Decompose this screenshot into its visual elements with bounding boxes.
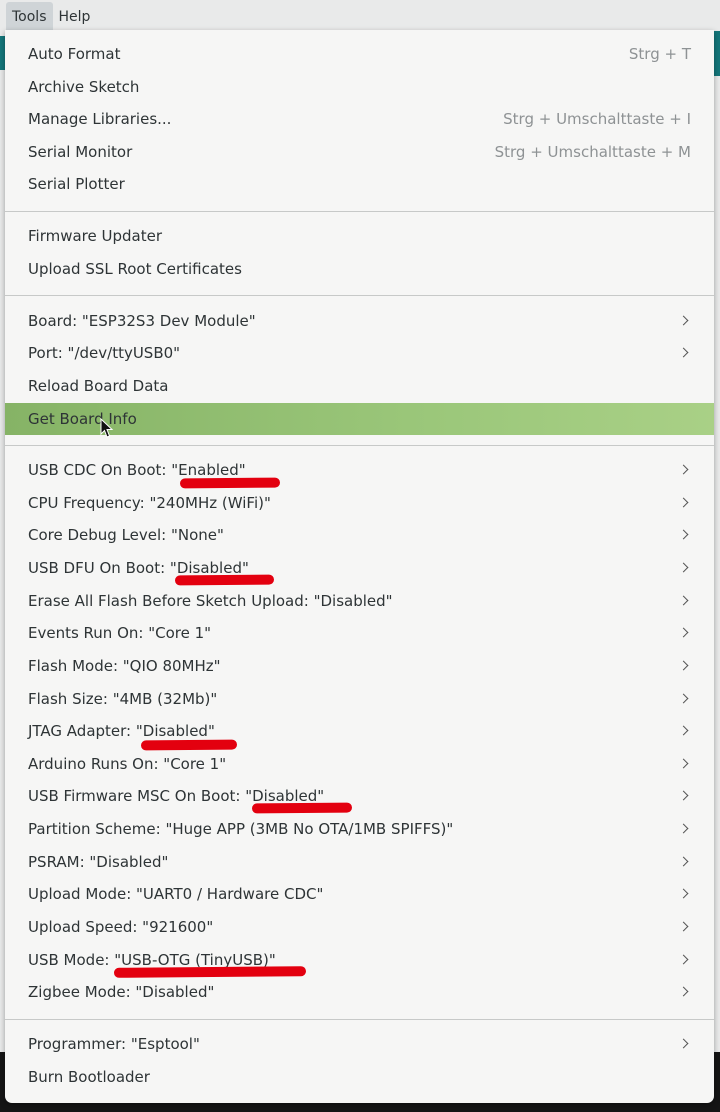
menu-item-label: CPU Frequency: "240MHz (WiFi)" (28, 494, 271, 512)
menu-item-label: Serial Monitor (28, 143, 133, 161)
chevron-right-icon (679, 790, 691, 802)
menu-separator (5, 295, 714, 296)
menu-item-label: USB Mode: "USB-OTG (TinyUSB)" (28, 951, 276, 969)
menu-item-label: Serial Plotter (28, 175, 125, 193)
menu-item-label: Upload Speed: "921600" (28, 918, 214, 936)
menubar-tools[interactable]: Tools (6, 2, 53, 30)
menu-item-firmware-updater[interactable]: Firmware Updater (5, 220, 714, 252)
menu-item-board[interactable]: Board: "ESP32S3 Dev Module" (5, 305, 714, 337)
menu-item-partition-scheme[interactable]: Partition Scheme: "Huge APP (3MB No OTA/… (5, 813, 714, 845)
menu-item-label: Reload Board Data (28, 377, 169, 395)
chevron-right-icon (679, 856, 691, 868)
mouse-pointer-icon (100, 418, 114, 438)
menu-item-label: Upload SSL Root Certificates (28, 260, 242, 278)
chevron-right-icon (679, 954, 691, 966)
chevron-right-icon (679, 562, 691, 574)
menu-item-burn-bootloader[interactable]: Burn Bootloader (5, 1061, 714, 1093)
chevron-right-icon (679, 627, 691, 639)
menu-item-events-run-on[interactable]: Events Run On: "Core 1" (5, 617, 714, 649)
chevron-right-icon (679, 725, 691, 737)
menu-item-archive-sketch[interactable]: Archive Sketch (5, 71, 714, 103)
menu-item-label: Upload Mode: "UART0 / Hardware CDC" (28, 885, 324, 903)
menu-item-core-debug-level[interactable]: Core Debug Level: "None" (5, 519, 714, 551)
menu-separator (5, 445, 714, 446)
menu-item-shortcut: Strg + T (628, 45, 691, 63)
menu-item-label: Flash Mode: "QIO 80MHz" (28, 657, 221, 675)
menu-item-label: Board: "ESP32S3 Dev Module" (28, 312, 256, 330)
menu-item-usb-firmware-msc-on-boot[interactable]: USB Firmware MSC On Boot: "Disabled" (5, 780, 714, 812)
menu-item-label: Events Run On: "Core 1" (28, 624, 212, 642)
menu-item-flash-size[interactable]: Flash Size: "4MB (32Mb)" (5, 683, 714, 715)
chevron-right-icon (679, 758, 691, 770)
menu-item-port[interactable]: Port: "/dev/ttyUSB0" (5, 337, 714, 369)
menu-item-label: Flash Size: "4MB (32Mb)" (28, 690, 218, 708)
menu-item-label: Burn Bootloader (28, 1068, 150, 1086)
chevron-right-icon (679, 464, 691, 476)
menu-item-flash-mode[interactable]: Flash Mode: "QIO 80MHz" (5, 650, 714, 682)
annotation-underline-usb-dfu (174, 574, 275, 586)
chevron-right-icon (679, 921, 691, 933)
chevron-right-icon (679, 1038, 691, 1050)
menu-item-cpu-frequency[interactable]: CPU Frequency: "240MHz (WiFi)" (5, 487, 714, 519)
menu-item-shortcut: Strg + Umschalttaste + I (503, 110, 691, 128)
menu-item-serial-monitor[interactable]: Serial Monitor Strg + Umschalttaste + M (5, 136, 714, 168)
menu-item-usb-mode[interactable]: USB Mode: "USB-OTG (TinyUSB)" (5, 944, 714, 976)
menu-item-zigbee-mode[interactable]: Zigbee Mode: "Disabled" (5, 976, 714, 1008)
menu-item-label: Arduino Runs On: "Core 1" (28, 755, 227, 773)
menu-item-label: Zigbee Mode: "Disabled" (28, 983, 215, 1001)
menu-item-upload-mode[interactable]: Upload Mode: "UART0 / Hardware CDC" (5, 878, 714, 910)
chevron-right-icon (679, 823, 691, 835)
menu-item-manage-libraries[interactable]: Manage Libraries... Strg + Umschalttaste… (5, 103, 714, 135)
menu-item-shortcut: Strg + Umschalttaste + M (494, 143, 691, 161)
tools-menu: Auto Format Strg + T Archive Sketch Mana… (5, 30, 714, 1103)
menu-item-psram[interactable]: PSRAM: "Disabled" (5, 846, 714, 878)
menu-item-label: Programmer: "Esptool" (28, 1035, 200, 1053)
chevron-right-icon (679, 347, 691, 359)
menu-item-label: Erase All Flash Before Sketch Upload: "D… (28, 592, 393, 610)
menubar-help[interactable]: Help (53, 2, 97, 26)
menu-item-usb-dfu-on-boot[interactable]: USB DFU On Boot: "Disabled" (5, 552, 714, 584)
menu-item-auto-format[interactable]: Auto Format Strg + T (5, 38, 714, 70)
menu-item-erase-all-flash[interactable]: Erase All Flash Before Sketch Upload: "D… (5, 585, 714, 617)
menu-item-usb-cdc-on-boot[interactable]: USB CDC On Boot: "Enabled" (5, 454, 714, 486)
menu-item-label: USB CDC On Boot: "Enabled" (28, 461, 246, 479)
menu-item-label: Port: "/dev/ttyUSB0" (28, 344, 181, 362)
chevron-right-icon (679, 693, 691, 705)
chevron-right-icon (679, 986, 691, 998)
menu-item-label: USB Firmware MSC On Boot: "Disabled" (28, 787, 325, 805)
menu-item-jtag-adapter[interactable]: JTAG Adapter: "Disabled" (5, 715, 714, 747)
menubar: Tools Help (0, 0, 720, 31)
menu-item-label: Auto Format (28, 45, 121, 63)
menu-item-label: Partition Scheme: "Huge APP (3MB No OTA/… (28, 820, 454, 838)
chevron-right-icon (679, 888, 691, 900)
annotation-underline-usb-cdc (179, 477, 281, 489)
menu-item-label: USB DFU On Boot: "Disabled" (28, 559, 249, 577)
menu-item-programmer[interactable]: Programmer: "Esptool" (5, 1028, 714, 1060)
menu-item-label: Manage Libraries... (28, 110, 172, 128)
annotation-underline-jtag (140, 739, 238, 751)
menu-separator (5, 211, 714, 212)
menu-item-arduino-runs-on[interactable]: Arduino Runs On: "Core 1" (5, 748, 714, 780)
menu-item-upload-speed[interactable]: Upload Speed: "921600" (5, 911, 714, 943)
menu-item-upload-ssl-root-certificates[interactable]: Upload SSL Root Certificates (5, 253, 714, 285)
chevron-right-icon (679, 315, 691, 327)
menu-item-label: PSRAM: "Disabled" (28, 853, 169, 871)
chevron-right-icon (679, 529, 691, 541)
chevron-right-icon (679, 497, 691, 509)
menu-item-label: Get Board Info (28, 410, 137, 428)
chevron-right-icon (679, 595, 691, 607)
menu-item-serial-plotter[interactable]: Serial Plotter (5, 168, 714, 200)
menu-separator (5, 1019, 714, 1020)
menu-item-label: Archive Sketch (28, 78, 140, 96)
menu-item-label: Firmware Updater (28, 227, 163, 245)
annotation-underline-msc (251, 802, 353, 814)
menu-item-label: Core Debug Level: "None" (28, 526, 224, 544)
menu-item-label: JTAG Adapter: "Disabled" (28, 722, 215, 740)
chevron-right-icon (679, 660, 691, 672)
menu-item-reload-board-data[interactable]: Reload Board Data (5, 370, 714, 402)
annotation-underline-usb-mode (113, 966, 307, 978)
